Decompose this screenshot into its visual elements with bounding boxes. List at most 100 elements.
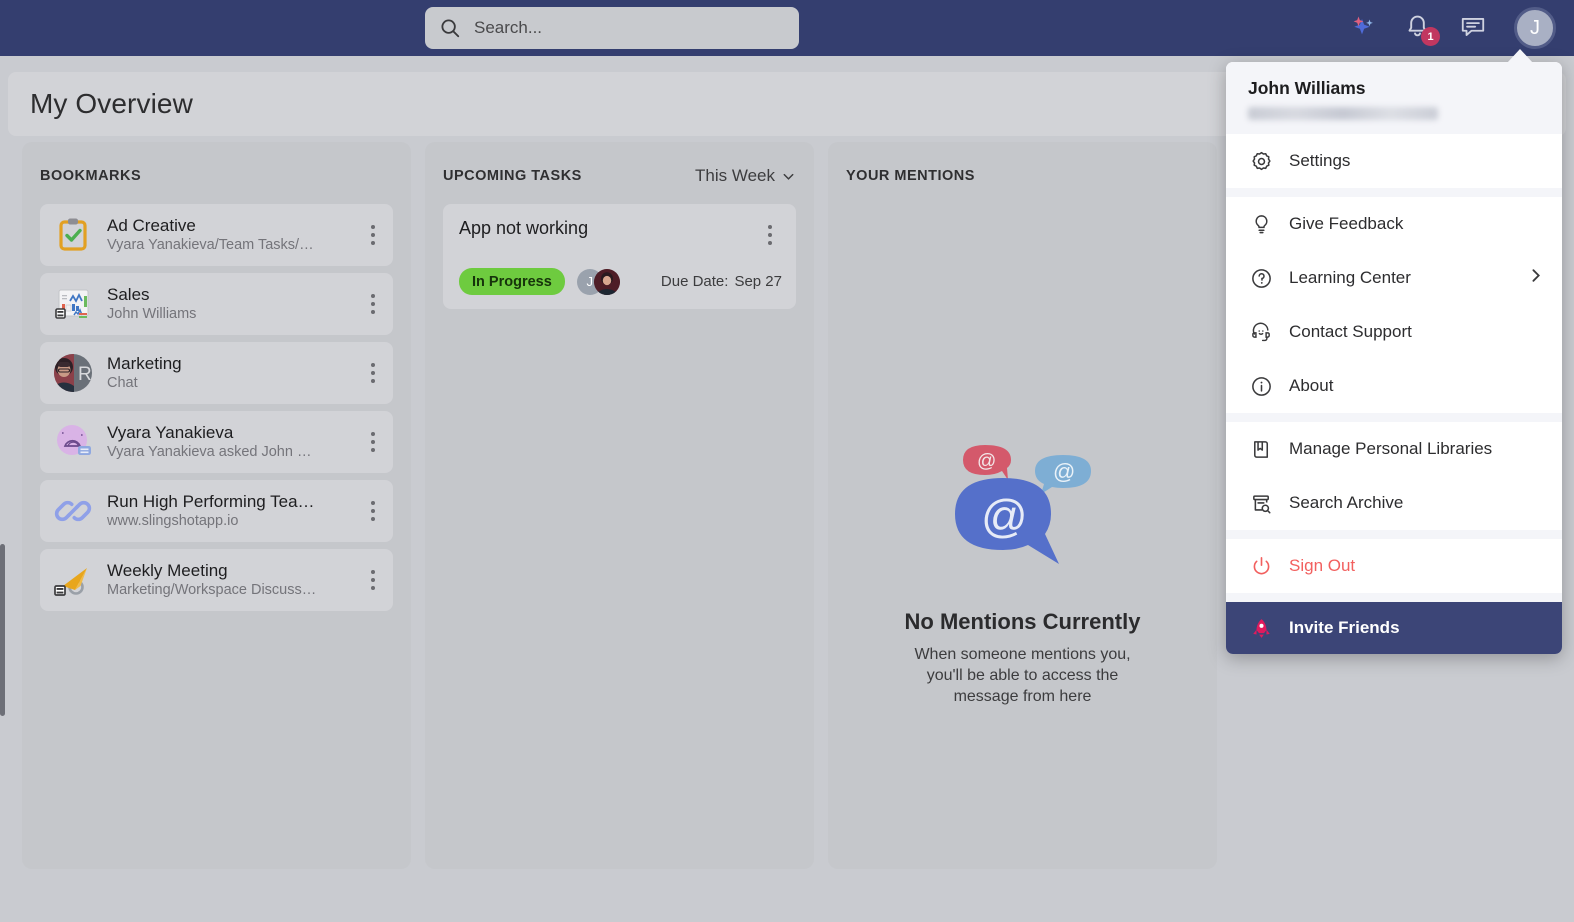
question-circle-icon	[1248, 267, 1274, 290]
topbar-actions: 1 J	[1349, 0, 1556, 56]
task-due-date: Due Date: Sep 27	[661, 273, 782, 290]
menu-item-label: Learning Center	[1289, 268, 1411, 287]
page-title: My Overview	[30, 88, 193, 119]
chat-bubble-icon[interactable]	[1459, 13, 1489, 43]
kebab-menu-icon[interactable]	[361, 287, 385, 321]
menu-item-label: Invite Friends	[1289, 618, 1400, 637]
bell-icon[interactable]: 1	[1404, 13, 1440, 46]
menu-item-search-archive[interactable]: Search Archive	[1226, 476, 1562, 530]
list-item-subtitle: Vyara Yanakieva asked John …	[107, 444, 312, 460]
search-icon	[439, 17, 461, 39]
menu-item-label: Contact Support	[1289, 322, 1412, 341]
menu-item-label: Settings	[1289, 151, 1351, 170]
lightbulb-icon	[1248, 213, 1274, 236]
list-item-text: Marketing Chat	[107, 353, 361, 393]
megaphone-icon	[52, 559, 94, 601]
menu-item-about[interactable]: About	[1226, 359, 1562, 413]
menu-item-give-feedback[interactable]: Give Feedback	[1226, 197, 1562, 251]
archive-search-icon	[1248, 492, 1274, 515]
kebab-menu-icon[interactable]	[758, 218, 782, 252]
kebab-menu-icon[interactable]	[361, 356, 385, 390]
list-item-title: Weekly Meeting	[107, 561, 228, 580]
gear-icon	[1248, 150, 1274, 173]
list-item-subtitle: Vyara Yanakieva/Team Tasks/…	[107, 237, 314, 253]
task-title: App not working	[459, 218, 589, 238]
list-item-title: Marketing	[107, 354, 182, 373]
kebab-menu-icon[interactable]	[361, 218, 385, 252]
menu-caret	[1507, 49, 1533, 63]
kebab-menu-icon[interactable]	[361, 494, 385, 528]
kebab-menu-icon[interactable]	[361, 563, 385, 597]
menu-item-manage-personal-libraries[interactable]: Manage Personal Libraries	[1226, 422, 1562, 476]
menu-separator	[1226, 530, 1562, 539]
bookmarks-panel: BOOKMARKS Ad Creative Vyara Yanakieva/Te…	[22, 142, 411, 869]
list-item[interactable]: Vyara Yanakieva Vyara Yanakieva asked Jo…	[40, 411, 393, 473]
search-input[interactable]	[474, 18, 774, 38]
tasks-header: UPCOMING TASKS This Week	[443, 164, 796, 188]
list-item-subtitle: Marketing/Workspace Discuss…	[107, 582, 317, 598]
scrollbar-handle[interactable]	[0, 544, 5, 716]
menu-item-label: About	[1289, 376, 1334, 395]
tasks-filter-dropdown[interactable]: This Week	[695, 166, 796, 186]
task-card-bottom: In Progress J Due Date: Sep 27	[459, 268, 782, 295]
profile-menu-user-name: John Williams	[1248, 78, 1366, 98]
assignee-avatars: J	[576, 268, 620, 295]
profile-menu-user: John Williams	[1226, 62, 1562, 134]
info-circle-icon	[1248, 375, 1274, 398]
chevron-right-icon	[1527, 267, 1544, 289]
menu-item-sign-out[interactable]: Sign Out	[1226, 539, 1562, 593]
bookmarks-heading: BOOKMARKS	[40, 168, 142, 184]
menu-item-label: Manage Personal Libraries	[1289, 439, 1493, 458]
upcoming-tasks-panel: UPCOMING TASKS This Week App not working…	[425, 142, 814, 869]
search-box[interactable]	[425, 7, 799, 49]
mentions-heading: YOUR MENTIONS	[846, 168, 975, 184]
dashboard-chart-icon	[52, 283, 94, 325]
profile-menu-user-email-redacted	[1248, 107, 1438, 120]
status-badge: In Progress	[459, 268, 565, 295]
list-item[interactable]: Weekly Meeting Marketing/Workspace Discu…	[40, 549, 393, 611]
svg-text:R: R	[78, 364, 92, 385]
due-value: Sep 27	[734, 273, 782, 290]
menu-item-invite-friends[interactable]: Invite Friends	[1226, 602, 1562, 654]
list-item[interactable]: Sales John Williams	[40, 273, 393, 335]
svg-text:@: @	[1053, 459, 1075, 484]
chevron-down-icon	[783, 173, 794, 180]
clipboard-check-icon	[52, 214, 94, 256]
idea-bubble-icon	[52, 421, 94, 463]
mentions-empty-state: @ @ @ No Mentions Currently When someone…	[828, 410, 1217, 707]
headset-support-icon	[1248, 321, 1274, 344]
menu-separator	[1226, 593, 1562, 602]
mentions-header: YOUR MENTIONS	[846, 164, 1199, 188]
svg-text:@: @	[981, 490, 1028, 542]
list-item[interactable]: R Marketing Chat	[40, 342, 393, 404]
avatar[interactable]: J	[1514, 7, 1556, 49]
profile-menu: John Williams Settings Give Feedback Lea…	[1226, 62, 1562, 654]
task-card[interactable]: App not working In Progress J Due Date: …	[443, 204, 796, 309]
list-item-title: Vyara Yanakieva	[107, 423, 234, 442]
book-icon	[1248, 438, 1274, 461]
mentions-panel: YOUR MENTIONS @ @ @ No Mentions Currentl…	[828, 142, 1217, 869]
menu-item-learning-center[interactable]: Learning Center	[1226, 251, 1562, 305]
svg-text:@: @	[977, 451, 996, 472]
power-icon	[1248, 555, 1274, 578]
task-card-top: App not working	[459, 218, 782, 252]
bookmarks-header: BOOKMARKS	[40, 164, 393, 188]
menu-separator	[1226, 413, 1562, 422]
list-item-subtitle: John Williams	[107, 306, 197, 322]
menu-separator	[1226, 188, 1562, 197]
rocket-icon	[1248, 617, 1274, 640]
sparkles-icon[interactable]	[1349, 13, 1379, 43]
mentions-empty-text: When someone mentions you, you'll be abl…	[914, 646, 1131, 705]
top-navigation-bar: 1 J	[0, 0, 1574, 56]
at-mention-bubbles-icon: @ @ @	[923, 410, 1123, 585]
kebab-menu-icon[interactable]	[361, 425, 385, 459]
list-item-title: Sales	[107, 285, 150, 304]
avatar-initial: J	[1530, 16, 1540, 39]
menu-item-settings[interactable]: Settings	[1226, 134, 1562, 188]
menu-item-contact-support[interactable]: Contact Support	[1226, 305, 1562, 359]
tasks-filter-label: This Week	[695, 166, 775, 185]
list-item[interactable]: Ad Creative Vyara Yanakieva/Team Tasks/…	[40, 204, 393, 266]
list-item[interactable]: Run High Performing Tea… www.slingshotap…	[40, 480, 393, 542]
assignee-avatar[interactable]	[593, 268, 620, 295]
avatar-photo-icon: R	[52, 352, 94, 394]
